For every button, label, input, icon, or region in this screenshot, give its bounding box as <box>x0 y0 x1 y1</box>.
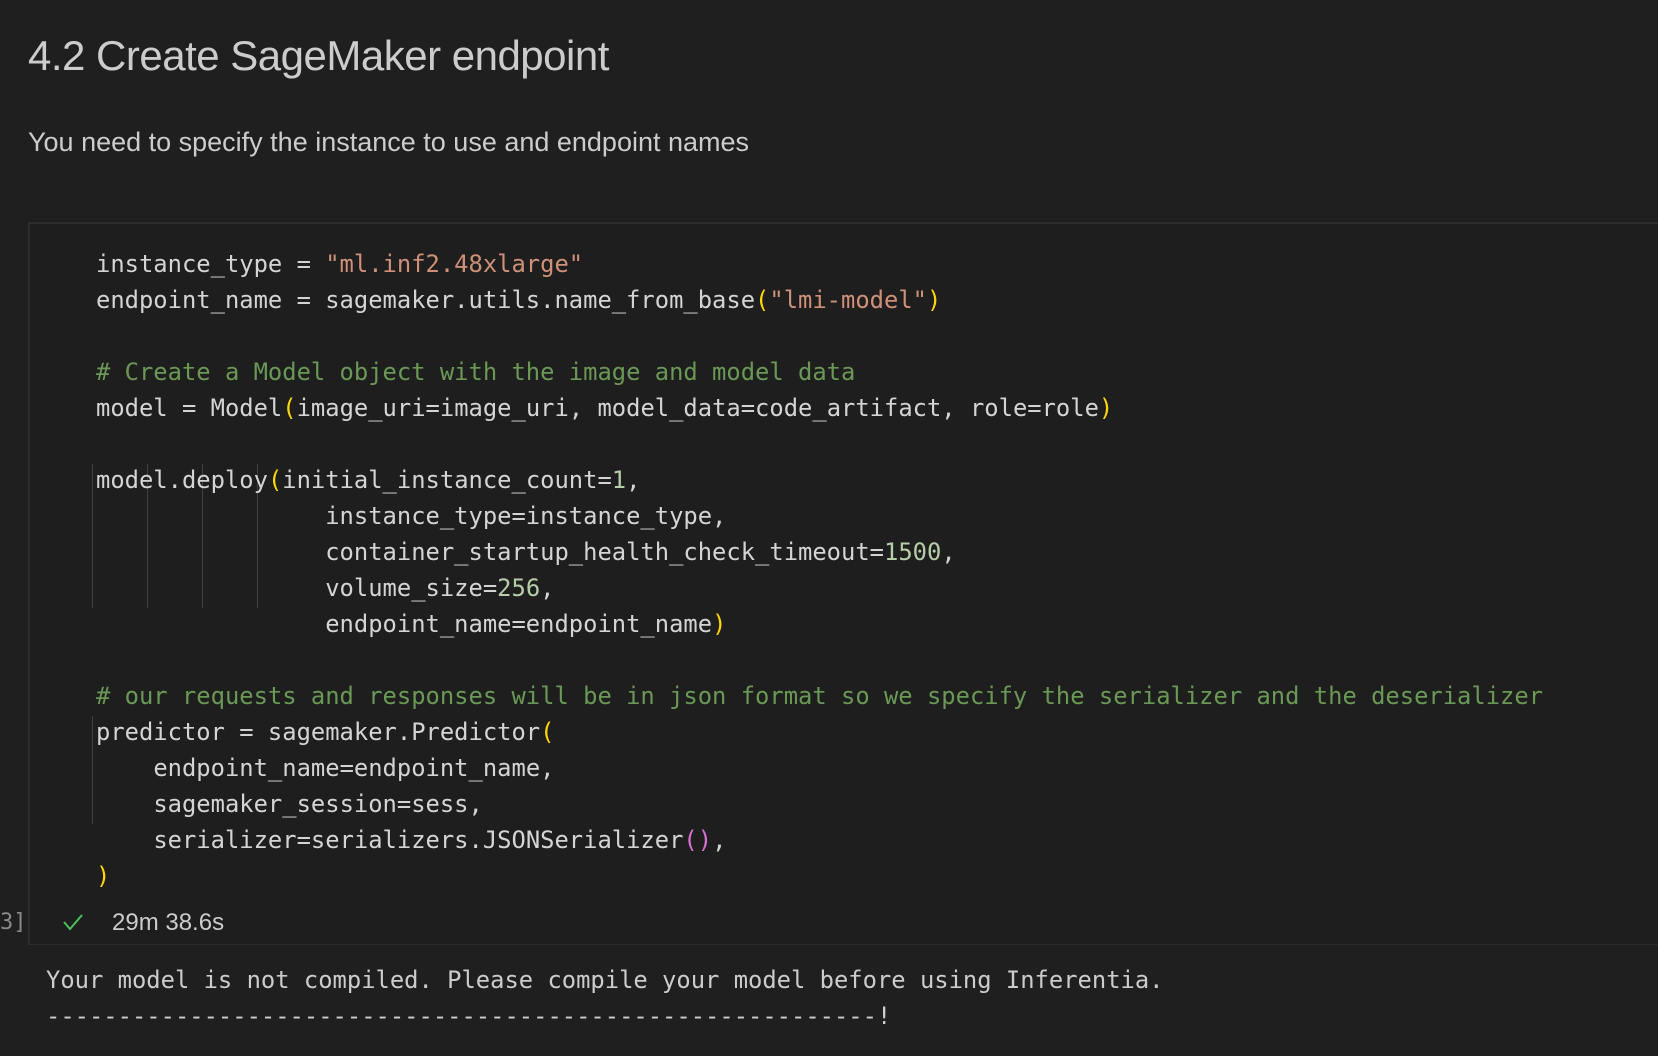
code-token: sagemaker_session=sess, <box>153 790 483 818</box>
execution-duration: 29m 38.6s <box>112 909 225 936</box>
bracket-token: ( <box>267 466 283 494</box>
code-token: container_startup_health_check_timeout= <box>325 538 884 566</box>
code-token: image_uri=image_uri, model_data=code_art… <box>296 394 1099 422</box>
output-line: ----------------------------------------… <box>46 1002 892 1030</box>
code-token: volume_size= <box>325 574 498 602</box>
check-icon <box>63 914 83 931</box>
code-token: instance_type=instance_type, <box>325 502 727 530</box>
code-token: endpoint_name = sagemaker.utils.name_fro… <box>96 286 756 314</box>
markdown-heading: 4.2 Create SageMaker endpoint <box>28 32 609 79</box>
indent-guide <box>92 464 93 608</box>
bracket-token: () <box>683 826 713 854</box>
output-line: Your model is not compiled. Please compi… <box>46 966 1164 994</box>
string-token: "ml.inf2.48xlarge" <box>325 250 584 278</box>
number-token: 1 <box>611 466 627 494</box>
cell-divider <box>28 944 1658 945</box>
bracket-token: ) <box>1098 394 1114 422</box>
cell-output: Your model is not compiled. Please compi… <box>46 962 1164 1034</box>
code-token: instance_type = <box>96 250 326 278</box>
code-editor[interactable]: instance_type = "ml.inf2.48xlarge" endpo… <box>96 246 1543 894</box>
code-token: , <box>540 574 555 602</box>
string-token: "lmi-model" <box>769 286 927 314</box>
number-token: 256 <box>497 574 541 602</box>
number-token: 1500 <box>884 538 942 566</box>
code-token: model.deploy <box>96 466 268 494</box>
code-token: , <box>941 538 956 566</box>
code-token: , <box>712 826 727 854</box>
code-token: serializer=serializers.JSONSerializer <box>153 826 684 854</box>
code-token: predictor = sagemaker.Predictor <box>96 718 541 746</box>
code-cell[interactable]: instance_type = "ml.inf2.48xlarge" endpo… <box>28 222 1658 944</box>
code-token: initial_instance_count= <box>282 466 612 494</box>
comment-token: # Create a Model object with the image a… <box>96 358 856 386</box>
bracket-token: ( <box>540 718 555 746</box>
code-token: endpoint_name=endpoint_name <box>325 610 713 638</box>
comment-token: # our requests and responses will be in … <box>96 682 1544 710</box>
indent-guide <box>92 716 93 824</box>
bracket-token: ) <box>926 286 942 314</box>
bracket-token: ( <box>282 394 297 422</box>
bracket-token: ) <box>712 610 727 638</box>
execution-count: 3] <box>0 910 27 935</box>
bracket-token: ( <box>755 286 770 314</box>
markdown-description: You need to specify the instance to use … <box>28 127 750 157</box>
code-token: model = Model <box>96 394 283 422</box>
code-token: , <box>626 466 641 494</box>
bracket-token: ) <box>96 862 111 890</box>
code-token: endpoint_name=endpoint_name, <box>153 754 555 782</box>
